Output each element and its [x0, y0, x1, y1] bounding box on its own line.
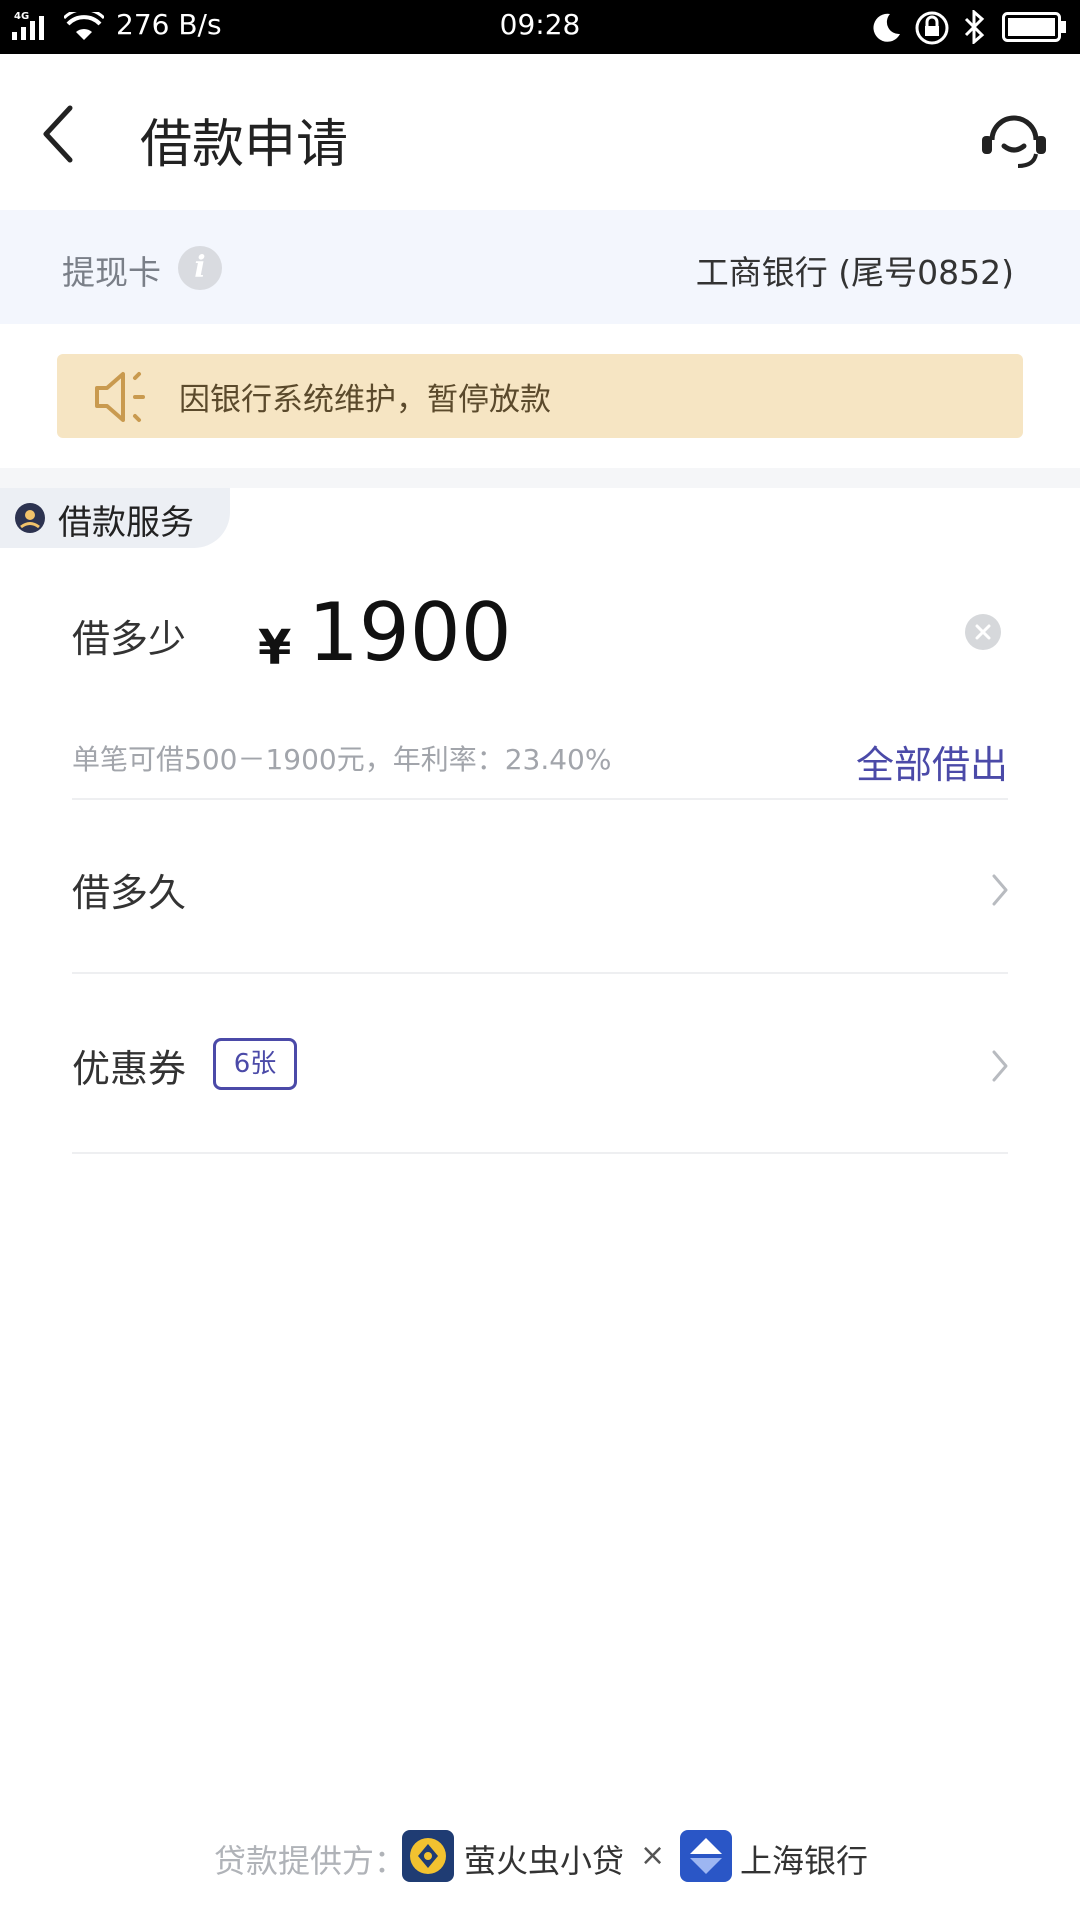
rotation-lock-icon — [915, 11, 949, 45]
provider-bank-of-shanghai: 上海银行 — [740, 1842, 869, 1880]
currency-symbol: ¥ — [258, 620, 292, 676]
info-icon[interactable]: i — [178, 246, 222, 290]
speaker-icon — [95, 372, 145, 422]
firefly-logo-icon — [402, 1830, 454, 1882]
loan-provider-label: 贷款提供方： — [214, 1842, 407, 1880]
close-icon — [975, 624, 991, 640]
section-divider — [0, 468, 1080, 488]
back-arrow-icon[interactable] — [38, 104, 78, 164]
withdraw-card-value: 工商银行 (尾号0852) — [695, 253, 1014, 292]
maintenance-notice: 因银行系统维护，暂停放款 — [57, 354, 1023, 438]
withdraw-card-label: 提现卡 — [62, 253, 161, 292]
status-bar: 4G 276 B/s 09:28 — [0, 0, 1080, 54]
chevron-right-icon — [992, 874, 1008, 906]
divider — [72, 1152, 1008, 1154]
loan-service-label: 借款服务 — [58, 503, 194, 543]
moon-icon — [873, 13, 900, 42]
provider-firefly: 萤火虫小贷 — [464, 1842, 625, 1880]
page-title: 借款申请 — [140, 115, 349, 175]
clear-amount-button[interactable] — [965, 614, 1001, 650]
chevron-right-icon — [992, 1050, 1008, 1082]
notice-text: 因银行系统维护，暂停放款 — [179, 382, 551, 418]
coupon-row[interactable]: 优惠券 6张 — [0, 974, 1080, 1152]
coupon-count-badge: 6张 — [213, 1038, 297, 1090]
service-badge-icon — [15, 503, 45, 533]
borrow-all-button[interactable]: 全部借出 — [856, 734, 1008, 789]
bank-of-shanghai-logo-icon — [680, 1830, 732, 1882]
provider-separator: × — [640, 1838, 666, 1873]
app-header: 借款申请 — [0, 54, 1080, 210]
loan-term-label: 借多久 — [72, 871, 187, 915]
loan-service-tag: 借款服务 — [0, 488, 230, 548]
amount-range-hint: 单笔可借500－1900元，年利率：23.40% — [72, 743, 612, 776]
loan-term-row[interactable]: 借多久 — [0, 800, 1080, 972]
withdraw-card-row[interactable]: 提现卡 i 工商银行 (尾号0852) — [0, 210, 1080, 324]
bluetooth-icon — [964, 10, 985, 44]
coupon-label: 优惠券 — [72, 1047, 187, 1091]
amount-label: 借多少 — [72, 617, 187, 661]
battery-icon — [1002, 12, 1066, 42]
amount-input[interactable]: 1900 — [308, 586, 512, 679]
customer-service-icon[interactable] — [978, 106, 1050, 170]
